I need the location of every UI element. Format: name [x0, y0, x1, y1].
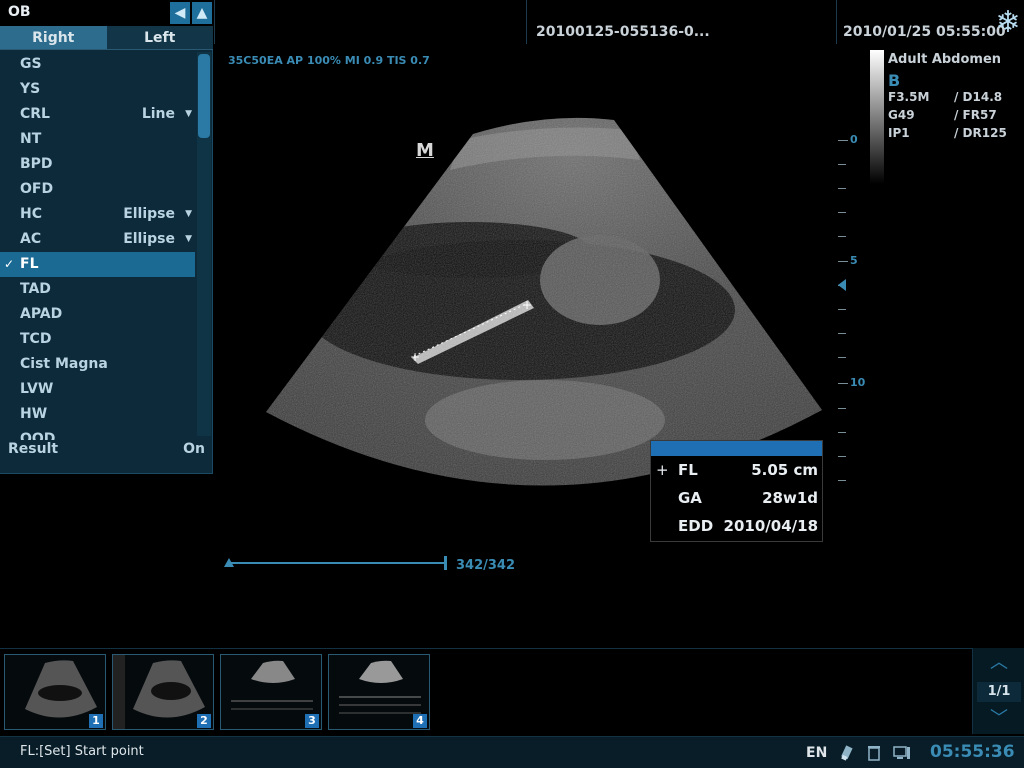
caliper-end-icon[interactable]: + — [522, 298, 532, 312]
result-value: 28w1d — [762, 489, 818, 507]
status-message: FL:[Set] Start point — [20, 744, 144, 759]
measurement-result-box[interactable]: + FL 5.05 cm GA 28w1d EDD 2010/04/18 — [650, 440, 823, 542]
system-clock: 05:55:36 — [930, 742, 1015, 762]
language-indicator[interactable]: EN — [806, 745, 827, 761]
depth-tick — [838, 333, 846, 334]
thumbnail-pager: ︿ 1/1 ﹀ — [972, 648, 1024, 734]
result-value: 2010/04/18 — [723, 517, 818, 535]
thumbnail[interactable]: 1 — [4, 654, 106, 730]
result-row-fl: + FL 5.05 cm — [651, 456, 822, 484]
result-key: EDD — [678, 517, 714, 535]
depth-tick — [838, 212, 846, 213]
recycle-bin-icon[interactable] — [865, 744, 883, 762]
thumbnail-number: 4 — [413, 714, 427, 728]
thumbnail[interactable]: 4 — [328, 654, 430, 730]
monitor-icon[interactable] — [893, 744, 911, 762]
result-row-edd: EDD 2010/04/18 — [651, 512, 822, 540]
page-down-chevron-icon[interactable]: ﹀ — [985, 710, 1013, 728]
result-key: FL — [678, 461, 698, 479]
depth-tick — [838, 456, 846, 457]
depth-label-10: 10 — [850, 376, 866, 389]
depth-label-5: 5 — [850, 254, 858, 267]
result-key: GA — [678, 489, 702, 507]
depth-tick — [838, 164, 846, 165]
thumbnail[interactable]: 2 — [112, 654, 214, 730]
thumbnail-number: 2 — [197, 714, 211, 728]
ultrasound-image[interactable]: + + — [0, 0, 1024, 648]
depth-tick — [838, 432, 846, 433]
thumbnail-number: 1 — [89, 714, 103, 728]
caliper-start-icon[interactable]: + — [410, 350, 420, 364]
cine-end-marker[interactable] — [444, 556, 447, 570]
orientation-marker: M — [416, 140, 434, 161]
thumbnail[interactable]: 3 — [220, 654, 322, 730]
cine-frame-counter: 342/342 — [456, 558, 516, 573]
system-tray: EN — [806, 737, 916, 768]
result-box-titlebar[interactable] — [651, 441, 822, 456]
caliper-cursor-icon: + — [656, 461, 669, 479]
depth-tick — [838, 261, 848, 262]
depth-tick — [838, 383, 848, 384]
thumbnail-page-indicator: 1/1 — [977, 682, 1021, 702]
usb-drive-icon[interactable] — [837, 744, 855, 762]
depth-tick — [838, 236, 846, 237]
focus-position-icon[interactable] — [838, 279, 846, 291]
result-value: 5.05 cm — [751, 461, 818, 479]
depth-tick — [838, 357, 846, 358]
depth-tick — [838, 408, 846, 409]
depth-scale: 0 5 10 — [838, 130, 868, 490]
thumbnail-number: 3 — [305, 714, 319, 728]
cine-start-marker-icon[interactable] — [224, 558, 234, 567]
depth-label-0: 0 — [850, 133, 858, 146]
status-bar: FL:[Set] Start point EN 05:55:36 — [0, 736, 1024, 768]
result-row-ga: GA 28w1d — [651, 484, 822, 512]
depth-tick — [838, 480, 846, 481]
depth-tick — [838, 188, 846, 189]
cine-progress-bar[interactable] — [227, 562, 447, 564]
depth-tick — [838, 309, 846, 310]
depth-tick — [838, 140, 848, 141]
page-up-chevron-icon[interactable]: ︿ — [985, 654, 1013, 672]
